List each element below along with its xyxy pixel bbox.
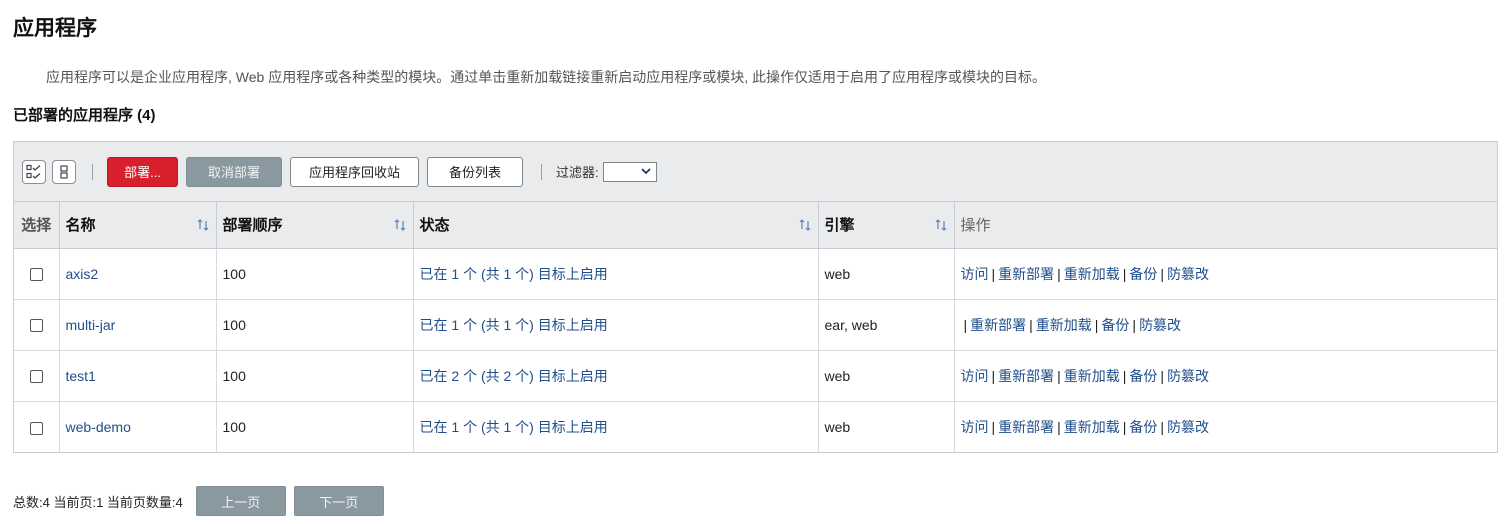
table-row: web-demo 100 已在 1 个 (共 1 个) 目标上启用 web 访问… bbox=[14, 401, 1497, 452]
status-link[interactable]: 已在 1 个 (共 1 个) 目标上启用 bbox=[420, 266, 608, 282]
column-header-select: 选择 bbox=[14, 202, 60, 249]
row-checkbox[interactable] bbox=[29, 268, 43, 282]
column-header-label: 名称 bbox=[65, 217, 96, 235]
filter-select[interactable] bbox=[602, 161, 657, 182]
tamper-proof-link[interactable]: 防篡改 bbox=[1139, 317, 1181, 333]
app-name-link[interactable]: axis2 bbox=[66, 266, 99, 282]
visit-link[interactable]: 访问 bbox=[961, 368, 989, 384]
applications-table: 选择 名称 部署顺序 状态 引擎 操作 axis2 100 已在 1 个 (共 … bbox=[14, 202, 1497, 452]
app-name-link[interactable]: web-demo bbox=[66, 419, 131, 435]
deploy-order: 100 bbox=[216, 299, 414, 351]
redeploy-link[interactable]: 重新部署 bbox=[998, 368, 1054, 384]
deploy-order: 100 bbox=[216, 248, 414, 300]
visit-link[interactable]: 访问 bbox=[961, 266, 989, 282]
page-description: 应用程序可以是企业应用程序, Web 应用程序或各种类型的模块。通过单击重新加载… bbox=[46, 69, 1046, 85]
table-row: test1 100 已在 2 个 (共 2 个) 目标上启用 web 访问 | 重新… bbox=[14, 350, 1497, 402]
column-header-name[interactable]: 名称 bbox=[59, 202, 217, 249]
column-header-order[interactable]: 部署顺序 bbox=[216, 202, 414, 249]
status-link[interactable]: 已在 1 个 (共 1 个) 目标上启用 bbox=[420, 419, 608, 435]
column-header-engine[interactable]: 引擎 bbox=[818, 202, 955, 249]
next-page-button[interactable]: 下一页 bbox=[293, 486, 384, 516]
row-actions: 访问 | 重新部署 | 重新加载 | 备份 | 防篡改 bbox=[954, 350, 1497, 402]
row-checkbox[interactable] bbox=[29, 370, 43, 384]
reload-link[interactable]: 重新加载 bbox=[1036, 317, 1092, 333]
chevron-down-icon bbox=[640, 168, 651, 175]
reload-link[interactable]: 重新加载 bbox=[1064, 266, 1120, 282]
row-checkbox[interactable] bbox=[29, 319, 43, 333]
column-header-ops: 操作 bbox=[954, 202, 1497, 249]
backup-link[interactable]: 备份 bbox=[1129, 368, 1157, 384]
deselect-all-icon[interactable] bbox=[52, 159, 76, 184]
section-title: 已部署的应用程序 (4) bbox=[13, 107, 156, 124]
engine: web bbox=[818, 248, 955, 300]
sort-icon[interactable] bbox=[798, 218, 812, 232]
reload-link[interactable]: 重新加载 bbox=[1064, 368, 1120, 384]
tamper-proof-link[interactable]: 防篡改 bbox=[1167, 368, 1209, 384]
row-actions: 访问 | 重新部署 | 重新加载 | 备份 | 防篡改 bbox=[954, 248, 1497, 300]
undeploy-button[interactable]: 取消部署 bbox=[186, 156, 282, 187]
column-header-status[interactable]: 状态 bbox=[413, 202, 819, 249]
app-name-link[interactable]: test1 bbox=[66, 368, 96, 384]
column-header-label: 状态 bbox=[419, 217, 450, 235]
redeploy-link[interactable]: 重新部署 bbox=[970, 317, 1026, 333]
deploy-button[interactable]: 部署... bbox=[107, 156, 178, 187]
column-header-label: 引擎 bbox=[824, 217, 855, 235]
app-name-link[interactable]: multi-jar bbox=[66, 317, 116, 333]
sort-icon[interactable] bbox=[196, 218, 210, 232]
page-title: 应用程序 bbox=[13, 17, 97, 40]
deploy-order: 100 bbox=[216, 350, 414, 402]
backup-link[interactable]: 备份 bbox=[1101, 317, 1129, 333]
status-link[interactable]: 已在 2 个 (共 2 个) 目标上启用 bbox=[420, 368, 608, 384]
deploy-order: 100 bbox=[216, 401, 414, 452]
toolbar-separator bbox=[541, 163, 542, 180]
engine: ear, web bbox=[818, 299, 955, 351]
select-all-icon[interactable] bbox=[22, 159, 46, 184]
row-actions: | 重新部署 | 重新加载 | 备份 | 防篡改 bbox=[954, 299, 1497, 351]
toolbar-separator bbox=[92, 163, 93, 180]
prev-page-button[interactable]: 上一页 bbox=[195, 486, 286, 516]
backup-list-button[interactable]: 备份列表 bbox=[427, 156, 523, 187]
engine: web bbox=[818, 350, 955, 402]
table-row: multi-jar 100 已在 1 个 (共 1 个) 目标上启用 ear, … bbox=[14, 299, 1497, 351]
filter-label: 过滤器: bbox=[556, 165, 599, 180]
table-header-row: 选择 名称 部署顺序 状态 引擎 操作 bbox=[14, 202, 1497, 249]
reload-link[interactable]: 重新加载 bbox=[1064, 419, 1120, 435]
pagination: 总数:4 当前页:1 当前页数量:4 上一页 下一页 bbox=[13, 486, 392, 516]
recycle-bin-button[interactable]: 应用程序回收站 bbox=[290, 156, 419, 187]
redeploy-link[interactable]: 重新部署 bbox=[998, 266, 1054, 282]
row-checkbox[interactable] bbox=[29, 421, 43, 435]
visit-link[interactable]: 访问 bbox=[961, 419, 989, 435]
pagination-summary: 总数:4 当前页:1 当前页数量:4 bbox=[13, 494, 183, 510]
applications-table-panel: 部署... 取消部署 应用程序回收站 备份列表 过滤器: 选择 名称 部署顺序 … bbox=[13, 141, 1498, 453]
sort-icon[interactable] bbox=[393, 218, 407, 232]
sort-icon[interactable] bbox=[934, 218, 948, 232]
tamper-proof-link[interactable]: 防篡改 bbox=[1167, 266, 1209, 282]
table-toolbar: 部署... 取消部署 应用程序回收站 备份列表 过滤器: bbox=[14, 142, 1497, 202]
column-header-label: 部署顺序 bbox=[222, 217, 283, 235]
redeploy-link[interactable]: 重新部署 bbox=[998, 419, 1054, 435]
row-actions: 访问 | 重新部署 | 重新加载 | 备份 | 防篡改 bbox=[960, 418, 1210, 435]
tamper-proof-link[interactable]: 防篡改 bbox=[1167, 419, 1209, 435]
engine: web bbox=[818, 401, 955, 452]
backup-link[interactable]: 备份 bbox=[1129, 266, 1157, 282]
status-link[interactable]: 已在 1 个 (共 1 个) 目标上启用 bbox=[420, 317, 608, 333]
backup-link[interactable]: 备份 bbox=[1129, 419, 1157, 435]
table-row: axis2 100 已在 1 个 (共 1 个) 目标上启用 web 访问 | 重新… bbox=[14, 248, 1497, 300]
